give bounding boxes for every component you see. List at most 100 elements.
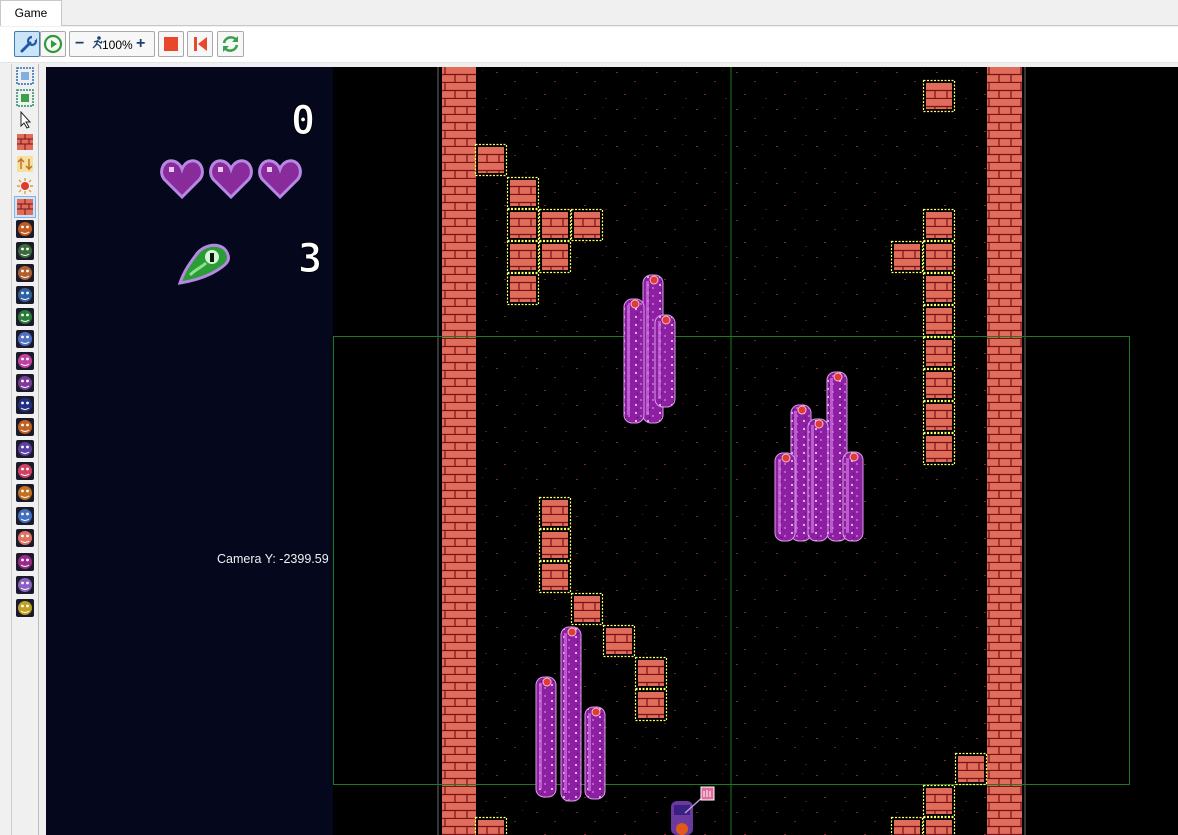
brick-block[interactable] [922,79,956,113]
game-viewport[interactable]: 0 3 Camera Y: -2399.59 [46,67,1178,835]
brick-block[interactable] [922,400,956,434]
arrows-icon [17,156,33,172]
octopus-palette-item[interactable] [15,528,35,548]
purple-pillar[interactable] [623,298,645,424]
jelly-icon [16,576,34,594]
fit-view-icon [16,89,34,107]
mushroom-palette-item[interactable] [15,598,35,618]
brick-palette-item[interactable] [15,132,35,152]
select-region-palette-item[interactable] [15,66,35,86]
brick-block[interactable] [474,143,508,177]
brick-block[interactable] [634,688,668,722]
squirrel-icon [16,484,34,502]
hud-panel: 0 3 Camera Y: -2399.59 [46,67,333,835]
brick-block[interactable] [538,208,572,242]
stop-button[interactable] [158,31,184,57]
brick-block[interactable] [922,816,956,835]
tab-game[interactable]: Game [0,0,62,26]
purple-pillar[interactable] [535,676,557,798]
spark-icon [17,178,33,194]
crystal-palette-item[interactable] [15,329,35,349]
crab-icon [16,462,34,480]
mantis-palette-item[interactable] [15,241,35,261]
squirrel-palette-item[interactable] [15,483,35,503]
brick-block[interactable] [922,272,956,306]
zoom-out-button[interactable]: − [75,35,84,53]
level-canvas[interactable] [333,67,1178,835]
brick-block[interactable] [538,240,572,274]
stop-icon [164,37,178,51]
brick-block[interactable] [506,176,540,210]
brick-block[interactable] [602,624,636,658]
pointer-icon [20,110,32,129]
purple-pillar[interactable] [584,706,606,800]
owl-icon [16,264,34,282]
wizard-icon [16,374,34,392]
brick-block[interactable] [922,336,956,370]
play-icon [43,34,63,54]
brick-block[interactable] [890,240,924,274]
purple-pillar[interactable] [842,451,864,542]
brick-block[interactable] [538,528,572,562]
level-field[interactable] [333,67,1178,835]
side-panel-edge [0,64,12,835]
zoom-level: 100% [102,38,133,52]
toolbar: − 100% + [0,27,1178,63]
edit-tool-button[interactable] [14,31,40,57]
skip-back-icon [194,37,207,51]
purple-pillar[interactable] [560,626,582,802]
heart-icon [160,159,204,200]
shell-icon [16,553,34,571]
ghost-icon [16,286,34,304]
score-display: 0 [290,103,315,137]
fit-view-palette-item[interactable] [15,88,35,108]
brick-block[interactable] [922,304,956,338]
brick-block[interactable] [570,208,604,242]
pointer-palette-item[interactable] [15,110,35,130]
brick-block[interactable] [922,240,956,274]
brick-block[interactable] [922,368,956,402]
zoom-in-button[interactable]: + [136,35,145,53]
restart-button[interactable] [187,31,213,57]
spark-palette-item[interactable] [15,176,35,196]
heart-icon [209,159,253,200]
fox-icon [16,418,34,436]
brick-block[interactable] [506,272,540,306]
play-button[interactable] [40,31,66,57]
sword-palette-item[interactable] [15,506,35,526]
brick-block[interactable] [922,208,956,242]
brick-block[interactable] [506,208,540,242]
brick-block[interactable] [922,432,956,466]
refresh-icon [222,36,239,52]
shell-palette-item[interactable] [15,552,35,572]
purple-pillar[interactable] [807,418,829,542]
bug-palette-item[interactable] [15,351,35,371]
brick-block[interactable] [954,752,988,786]
brick-block[interactable] [570,592,604,626]
skull-palette-item[interactable] [15,219,35,239]
purple-pillar[interactable] [654,314,676,408]
orb-palette-item[interactable] [15,395,35,415]
ghost-palette-item[interactable] [15,285,35,305]
turtle-palette-item[interactable] [15,307,35,327]
tile-palette-item[interactable] [14,196,36,218]
fox-palette-item[interactable] [15,417,35,437]
refresh-button[interactable] [217,31,244,57]
wizard-palette-item[interactable] [15,373,35,393]
brick-block[interactable] [474,816,508,835]
tab-bar: Game [0,0,1178,26]
brick-block[interactable] [506,240,540,274]
dragon-palette-item[interactable] [15,439,35,459]
brick-block[interactable] [890,816,924,835]
purple-pillar[interactable] [774,452,796,542]
brick-block[interactable] [538,496,572,530]
owl-palette-item[interactable] [15,263,35,283]
crab-palette-item[interactable] [15,461,35,481]
arrows-palette-item[interactable] [15,154,35,174]
brick-block[interactable] [922,784,956,818]
brick-block[interactable] [634,656,668,690]
left-brick-wall [442,67,476,835]
brick-block[interactable] [538,560,572,594]
gem-count-display: 3 [297,241,322,277]
jelly-palette-item[interactable] [15,575,35,595]
